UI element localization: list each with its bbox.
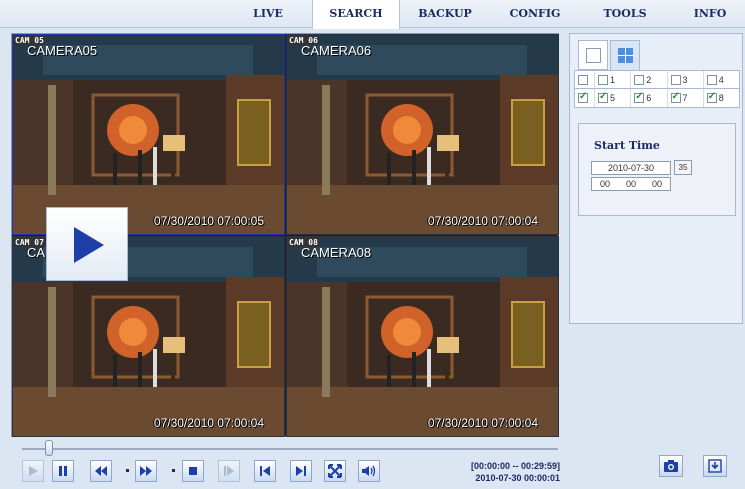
channel-label: 2 [646, 74, 652, 85]
tab-backup[interactable]: BACKUP [405, 0, 485, 28]
playback-time-info: [00:00:00 -- 00:29:59] 2010-07-30 00:00:… [440, 460, 560, 484]
camera-name: CAMERA06 [301, 43, 372, 58]
rewind-icon [95, 466, 107, 476]
start-time-title: Start Time [594, 139, 660, 152]
channel-cell: 6 [631, 89, 668, 107]
skip-next-icon [296, 466, 306, 476]
channel-all-cell [575, 71, 595, 88]
rewind-button[interactable] [90, 460, 112, 482]
fast-forward-button[interactable] [135, 460, 157, 482]
camera-scene-image [287, 237, 558, 436]
snapshot-button[interactable] [659, 455, 683, 477]
channel-label: 5 [610, 93, 616, 103]
channel-label: 6 [646, 93, 652, 103]
start-time-box: Start Time 2010-07-30 35 00 00 00 [578, 123, 736, 216]
camera-name: CAMERA05 [27, 43, 98, 58]
tab-info[interactable]: INFO [675, 0, 745, 28]
stop-icon [189, 467, 197, 475]
channel-8-checkbox[interactable] [706, 91, 717, 103]
top-nav: LIVE SEARCH BACKUP CONFIG TOOLS INFO [0, 0, 745, 29]
playback-range: [00:00:00 -- 00:29:59] [470, 461, 560, 471]
channel-cell: 7 [668, 89, 704, 107]
channel-row-2: 5 6 7 8 [575, 89, 739, 107]
channel-cell: 4 [704, 71, 739, 88]
skip-previous-icon [260, 466, 270, 476]
channel-3-checkbox[interactable] [670, 74, 681, 85]
channel-1-checkbox[interactable] [598, 74, 608, 85]
camera-view-2[interactable]: CAM 06 CAMERA06 07/30/2010 07:00:04 [286, 34, 559, 235]
channel-2-checkbox[interactable] [634, 74, 645, 85]
search-panel: 1 2 3 4 5 6 7 8 Start Time 2010-07-30 35… [569, 33, 743, 324]
camera-timestamp: 07/30/2010 07:00:04 [427, 214, 538, 228]
speed-dot [172, 469, 175, 472]
single-view-icon [586, 48, 601, 63]
hour-field[interactable]: 00 [592, 178, 618, 190]
camera-icon [664, 460, 678, 472]
camera-scene-image [13, 35, 284, 234]
channel-label: 8 [718, 93, 724, 103]
channel-selector: 1 2 3 4 5 6 7 8 [574, 70, 740, 108]
playback-current-time: 2010-07-30 00:00:01 [475, 473, 560, 483]
channel-all-cell [575, 89, 595, 107]
calendar-button[interactable]: 35 [674, 160, 692, 175]
play-button[interactable] [22, 460, 44, 482]
channel-label: 3 [682, 74, 688, 85]
camera-view-4[interactable]: CAM 08 CAMERA08 07/30/2010 07:00:04 [286, 236, 559, 437]
step-icon [224, 466, 234, 476]
next-button[interactable] [290, 460, 312, 482]
stop-button[interactable] [182, 460, 204, 482]
channel-5-checkbox[interactable] [598, 91, 608, 103]
camera-timestamp: 07/30/2010 07:00:05 [153, 214, 264, 228]
channel-7-checkbox[interactable] [670, 91, 681, 103]
fullscreen-icon [328, 464, 342, 478]
seek-handle[interactable] [44, 440, 53, 456]
single-view-tab[interactable] [578, 40, 608, 70]
fullscreen-button[interactable] [324, 460, 346, 482]
channel-label: 7 [682, 93, 688, 103]
camera-timestamp: 07/30/2010 07:00:04 [153, 416, 264, 430]
camera-view-1[interactable]: CAM 05 CAMERA05 07/30/2010 07:00:05 [12, 34, 285, 235]
step-button[interactable] [218, 460, 240, 482]
pause-icon [59, 466, 67, 476]
camera-timestamp: 07/30/2010 07:00:04 [427, 416, 538, 430]
save-button[interactable] [703, 455, 727, 477]
channel-cell: 5 [595, 89, 632, 107]
start-date-field[interactable]: 2010-07-30 [591, 161, 671, 175]
channel-cell: 8 [704, 89, 739, 107]
quad-view-tab[interactable] [610, 40, 640, 70]
channel-cell: 3 [668, 71, 704, 88]
tab-config[interactable]: CONFIG [495, 0, 575, 28]
start-time-field: 00 00 00 [591, 177, 671, 191]
minute-field[interactable]: 00 [618, 178, 644, 190]
channel-label: 4 [718, 74, 724, 85]
seek-track[interactable] [22, 448, 558, 450]
select-all-checkbox-2[interactable] [578, 91, 588, 103]
channel-cell: 1 [595, 71, 632, 88]
second-field[interactable]: 00 [644, 178, 670, 190]
audio-icon [362, 465, 376, 477]
previous-button[interactable] [254, 460, 276, 482]
channel-cell: 2 [631, 71, 668, 88]
speed-dot [126, 469, 129, 472]
download-icon [708, 459, 722, 473]
tab-search[interactable]: SEARCH [312, 0, 400, 29]
pause-button[interactable] [52, 460, 74, 482]
channel-4-checkbox[interactable] [706, 74, 717, 85]
channel-row-1: 1 2 3 4 [575, 71, 739, 89]
tab-live[interactable]: LIVE [233, 0, 303, 28]
search-play-button[interactable] [46, 207, 128, 281]
select-all-checkbox-1[interactable] [578, 74, 588, 85]
tab-tools[interactable]: TOOLS [585, 0, 665, 28]
audio-button[interactable] [358, 460, 380, 482]
quad-view-icon [618, 48, 633, 63]
play-icon [29, 466, 38, 476]
play-icon [74, 227, 104, 263]
camera-scene-image [287, 35, 558, 234]
channel-label: 1 [610, 74, 616, 85]
channel-6-checkbox[interactable] [634, 91, 645, 103]
camera-name: CAMERA08 [301, 245, 372, 260]
fast-forward-icon [140, 466, 152, 476]
